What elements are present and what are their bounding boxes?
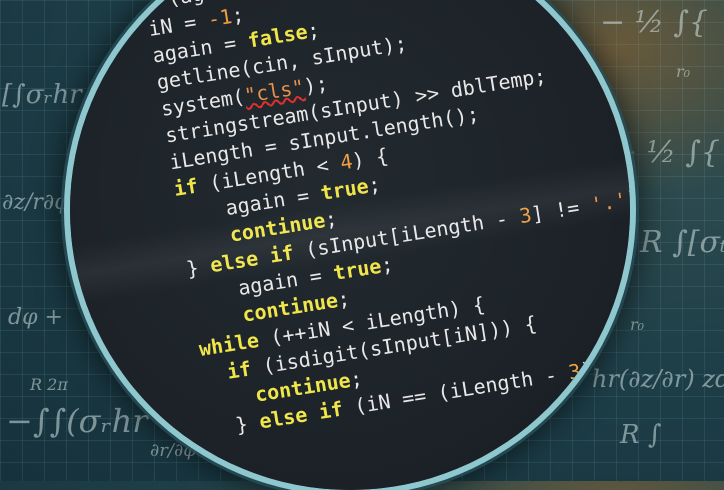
math-fragment: r₀ bbox=[676, 62, 691, 81]
math-fragment: R ∫[σₜh bbox=[640, 225, 724, 260]
photo-scene: − ½ ∫{ r₀ [∫σᵣhr ∂z/r∂φ − ½ ∫{ R ∫[σₜh r… bbox=[0, 0, 724, 490]
code-token: ; bbox=[229, 2, 246, 28]
code-token: ) { bbox=[350, 143, 390, 173]
math-fragment: r₀ bbox=[630, 315, 645, 334]
code-token: ; bbox=[335, 286, 352, 312]
code-token: ; bbox=[305, 17, 322, 44]
math-fragment: R 2π bbox=[30, 375, 68, 394]
code-token: ); bbox=[302, 70, 330, 99]
math-fragment: dφ + bbox=[8, 305, 63, 330]
math-fragment: −∫∫(σᵣhr bbox=[6, 402, 148, 440]
code-token: ; bbox=[366, 171, 383, 198]
math-fragment: R ∫ bbox=[620, 420, 662, 450]
code-token: ; bbox=[348, 366, 365, 392]
math-fragment: [∫σᵣhr bbox=[2, 80, 82, 110]
math-fragment: ∂z/r∂φ bbox=[2, 190, 70, 215]
